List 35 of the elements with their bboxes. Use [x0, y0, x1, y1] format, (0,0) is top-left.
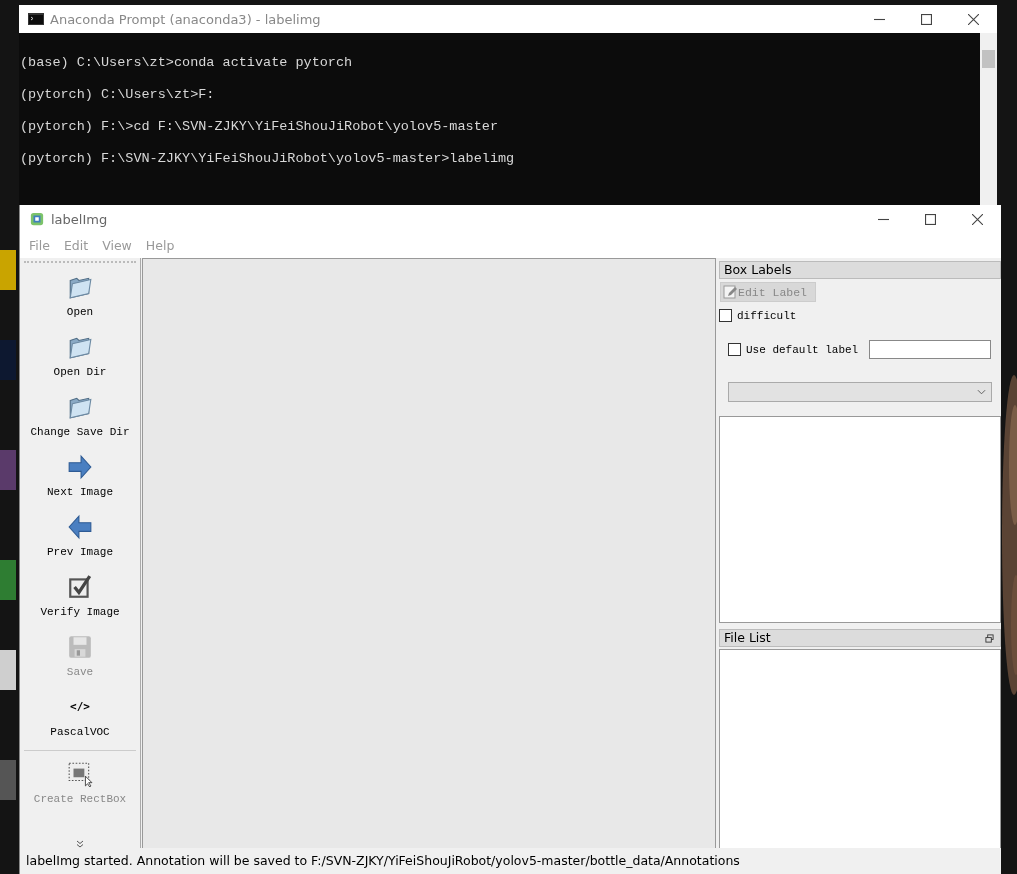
toolbar-button[interactable]: Change Save Dir — [30, 390, 130, 450]
right-arrow-icon — [67, 454, 93, 480]
edit-icon — [723, 285, 737, 299]
checkbox[interactable] — [719, 309, 732, 322]
console-line: (pytorch) F:\SVN-ZJKY\YiFeiShouJiRobot\yolov5-master>labelimg — [19, 150, 516, 168]
label-dropdown[interactable] — [728, 382, 992, 402]
panel-header: Box Labels — [719, 261, 1001, 279]
terminal-icon — [28, 12, 44, 26]
chevron-down-icon[interactable] — [76, 840, 84, 848]
window-title: Anaconda Prompt (anaconda3) - labelimg — [50, 11, 321, 27]
close-icon[interactable] — [968, 13, 979, 25]
toolbar-button[interactable]: Open — [66, 270, 94, 330]
console-line: (base) C:\Users\zt>conda activate pytorch — [19, 54, 354, 72]
rectangle-cursor-icon — [67, 761, 93, 787]
checkbox-label[interactable]: Use default label — [746, 343, 859, 356]
maximize-icon[interactable] — [925, 213, 936, 225]
toolbar-button[interactable]: Verify Image — [40, 570, 120, 630]
panel-header: File List — [724, 630, 771, 646]
checkbox[interactable] — [728, 343, 741, 356]
checkbox-label[interactable]: difficult — [737, 309, 797, 322]
toolbar-button[interactable]: </> PascalVOC — [50, 690, 110, 750]
close-icon[interactable] — [972, 213, 983, 225]
floppy-icon — [67, 634, 93, 660]
left-arrow-icon — [67, 514, 93, 540]
toolbar-button[interactable]: Prev Image — [47, 510, 113, 570]
console-line: (pytorch) C:\Users\zt>F: — [19, 86, 216, 104]
default-label-field[interactable] — [869, 340, 992, 359]
app-icon — [29, 212, 45, 226]
toolbar-button[interactable]: Next Image — [47, 450, 113, 510]
float-icon[interactable] — [985, 633, 994, 643]
toolbar-button[interactable]: Open Dir — [53, 330, 107, 390]
scrollbar[interactable] — [980, 33, 997, 205]
window-title: labelImg — [51, 211, 108, 227]
console-line: (pytorch) F:\>cd F:\SVN-ZJKY\YiFeiShouJiRobot\yolov5-master — [19, 118, 499, 136]
maximize-icon[interactable] — [921, 13, 932, 25]
